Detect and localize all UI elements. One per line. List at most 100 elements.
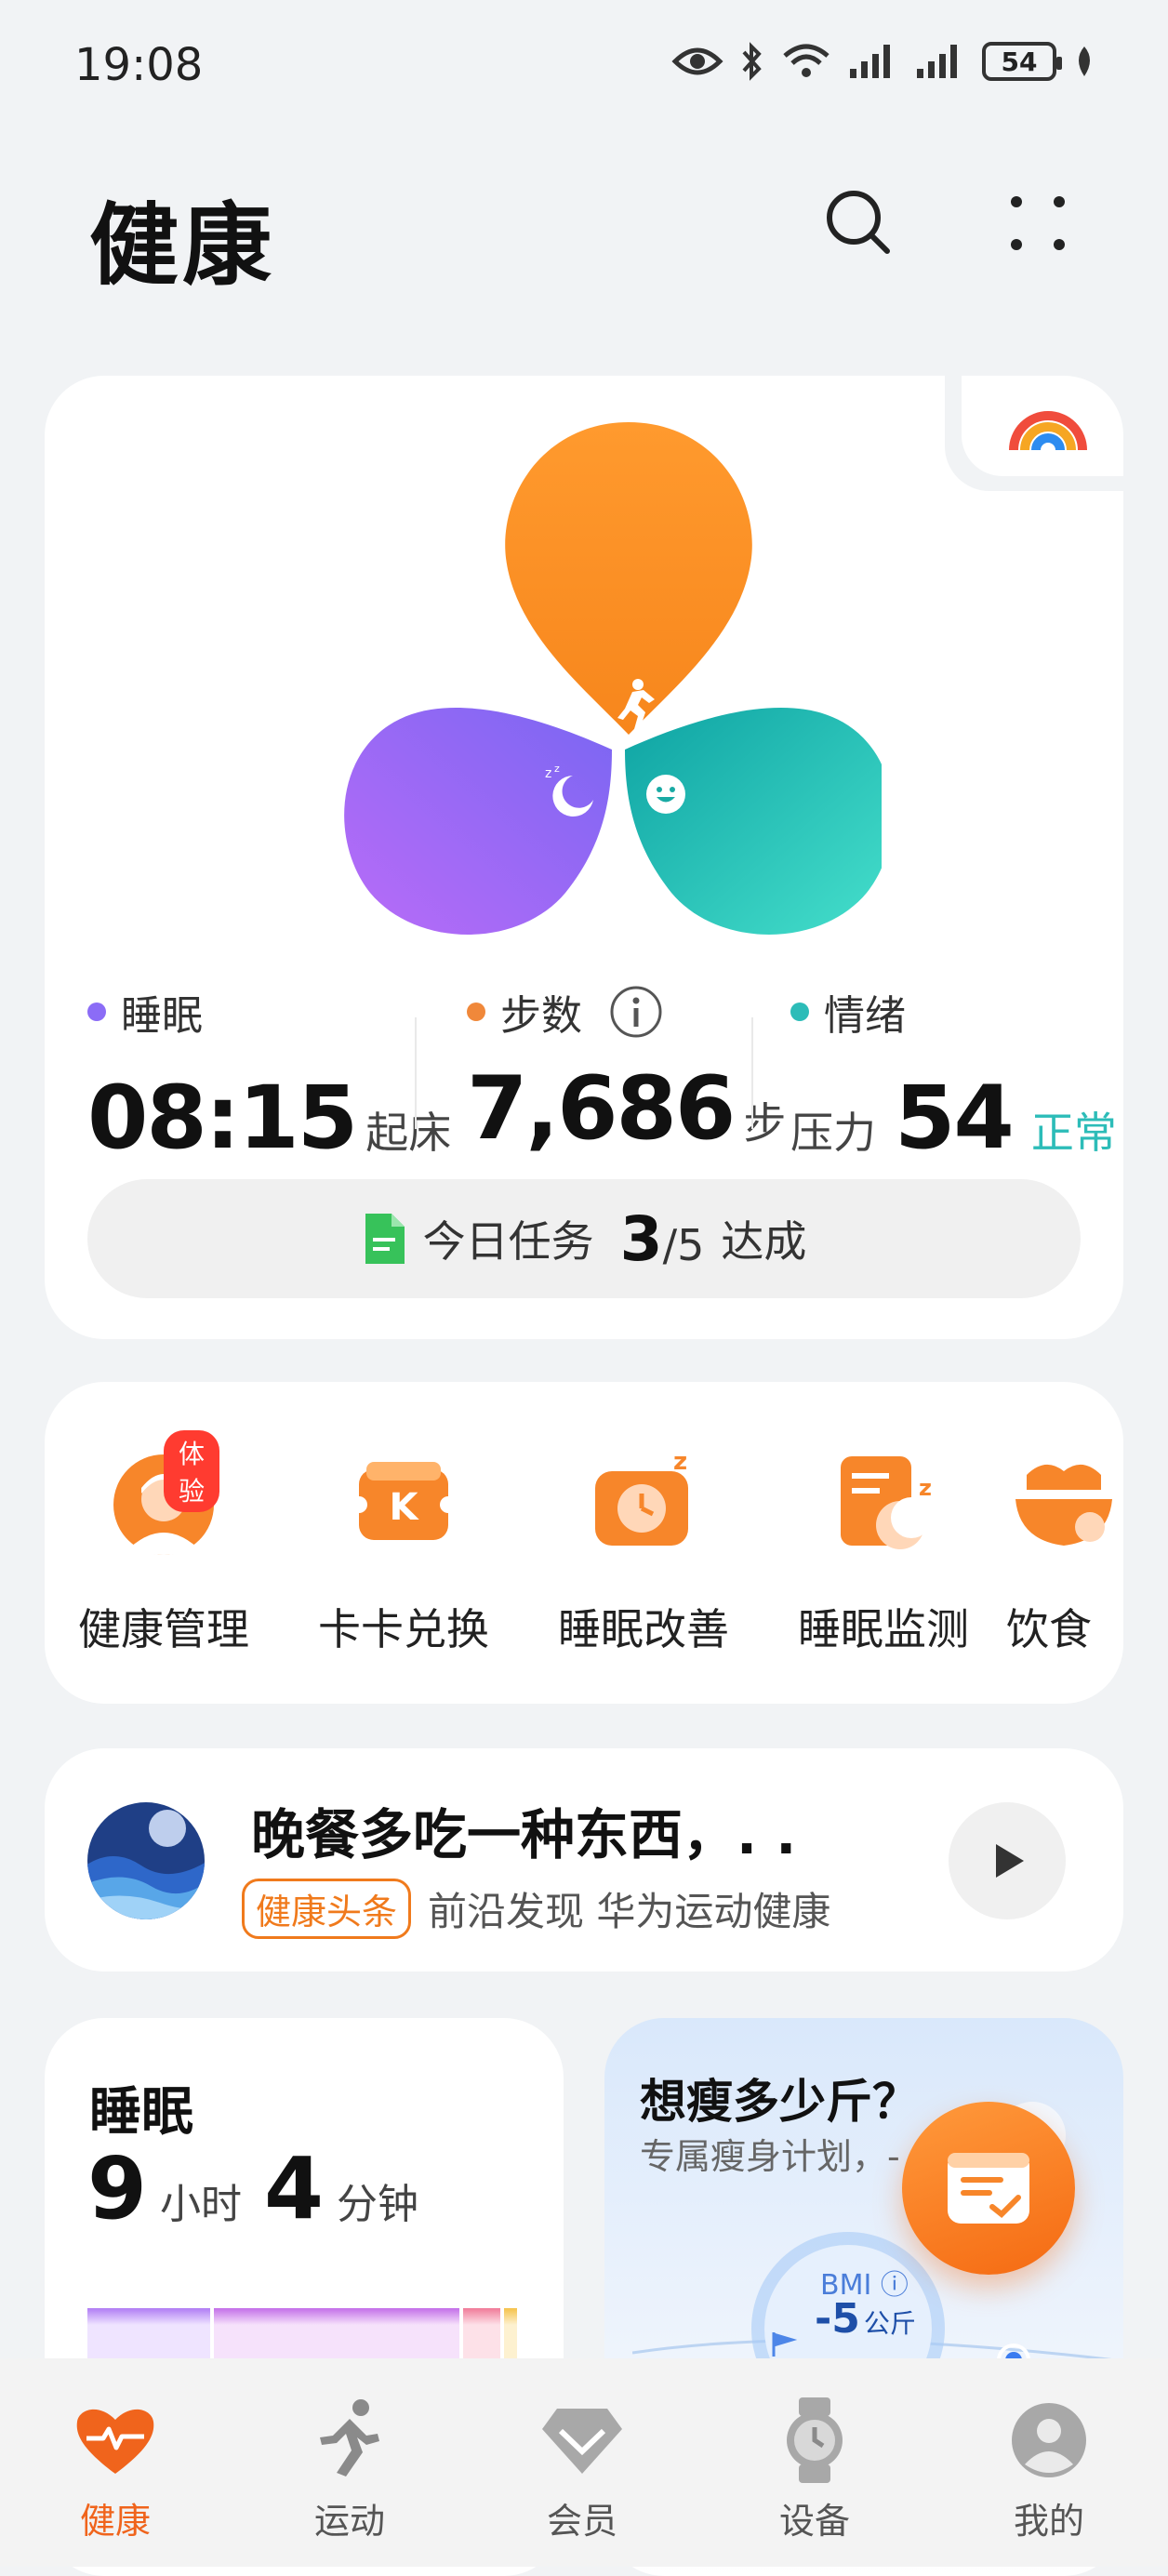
news-title: 晚餐多吃一种东西，. . <box>251 1803 797 1866</box>
wake-unit: 起床 <box>365 1108 452 1158</box>
play-icon <box>996 1844 1024 1878</box>
divider <box>751 1017 753 1129</box>
steps-unit: 步 <box>743 1098 787 1149</box>
divider <box>415 1017 417 1129</box>
task-done: 3 <box>619 1202 663 1275</box>
shortcut-card-exchange[interactable]: K 卡卡兑换 <box>292 1447 515 1657</box>
news-source: 前沿发现 华为运动健康 <box>428 1889 831 1934</box>
sleep-petal <box>344 707 612 935</box>
sleep-card-title: 睡眠 <box>89 2082 193 2143</box>
search-icon <box>827 191 890 254</box>
sleep-minutes-unit: 分钟 <box>337 2181 419 2228</box>
mood-dot <box>790 1003 809 1021</box>
record-fab-button[interactable] <box>902 2102 1075 2275</box>
steps-petal <box>505 422 752 735</box>
bmi-unit: 公斤 <box>863 2308 916 2339</box>
bmi-value: -5 公斤 <box>815 2295 916 2343</box>
nav-label: 我的 <box>1013 2501 1084 2542</box>
svg-text:z: z <box>673 1448 687 1476</box>
svg-text:K: K <box>390 1486 420 1529</box>
nav-label: 健康 <box>79 2501 151 2542</box>
sleep-stage-chart <box>87 2308 521 2364</box>
sleep-metric[interactable]: 睡眠 08:15 起床 <box>87 982 451 1169</box>
svg-text:z: z <box>545 766 551 781</box>
status-time: 19:08 <box>74 39 204 91</box>
watch-icon <box>787 2397 843 2483</box>
steps-dot <box>467 1003 485 1021</box>
sleep-improve-icon: z <box>595 1448 688 1546</box>
shortcut-sleep-monitor[interactable]: z 睡眠监测 <box>772 1447 995 1657</box>
document-icon <box>365 1214 405 1264</box>
shortcut-diet[interactable]: 饮食 <box>1006 1447 1123 1657</box>
bottom-nav: 健康 运动 会员 设备 我的 <box>0 2358 1168 2567</box>
battery-level: 54 <box>1001 46 1038 77</box>
signal-icon <box>917 45 957 78</box>
sleep-stage-bar <box>87 2308 210 2364</box>
sleep-monitor-icon: z <box>841 1456 932 1549</box>
info-icon[interactable] <box>608 984 664 1040</box>
bmi-number: -5 <box>815 2295 860 2343</box>
nav-exercise[interactable]: 运动 <box>257 2394 443 2543</box>
daily-task-button[interactable]: 今日任务 3 /5 达成 <box>87 1179 1081 1298</box>
nav-label: 设备 <box>778 2501 850 2542</box>
task-suffix: 达成 <box>721 1216 807 1267</box>
diet-icon <box>1015 1464 1112 1546</box>
bluetooth-icon <box>742 42 762 81</box>
weight-card-title: 想瘦多少斤？ <box>640 2075 919 2129</box>
mood-metric[interactable]: 情绪 压力 54 正常 <box>790 982 1117 1169</box>
sleep-stage-bar <box>214 2308 459 2364</box>
diamond-icon <box>542 2409 622 2474</box>
sleep-label: 睡眠 <box>121 992 203 1040</box>
news-card[interactable]: 晚餐多吃一种东西，. . 健康头条 前沿发现 华为运动健康 <box>45 1748 1123 1972</box>
signal-icon <box>850 45 890 78</box>
more-button[interactable] <box>991 177 1084 270</box>
svg-text:z: z <box>919 1475 932 1501</box>
steps-value: 7,686 <box>467 1058 736 1160</box>
steps-label: 步数 <box>500 992 582 1040</box>
svg-text:z: z <box>554 763 560 775</box>
sleep-minutes: 4 <box>264 2139 325 2238</box>
leaf-icon <box>1079 46 1090 76</box>
stress-value: 54 <box>895 1068 1015 1169</box>
rainbow-icon <box>1009 411 1087 451</box>
battery-icon: 54 <box>982 42 1062 81</box>
page-title: 健康 <box>89 193 275 298</box>
status-icons: 54 <box>671 41 1095 82</box>
shortcut-health-manager[interactable]: 体验 健康管理 <box>52 1430 275 1657</box>
news-thumbnail <box>87 1802 205 1919</box>
shortcut-label: 卡卡兑换 <box>318 1604 489 1654</box>
nav-health[interactable]: 健康 <box>22 2394 208 2543</box>
search-button[interactable] <box>813 177 906 270</box>
heart-pulse-icon <box>76 2409 154 2474</box>
task-total: /5 <box>662 1219 705 1270</box>
shortcut-sleep-improve[interactable]: z 睡眠改善 <box>532 1447 755 1657</box>
sleep-hours-unit: 小时 <box>160 2181 243 2228</box>
shortcut-label: 睡眠改善 <box>558 1604 729 1654</box>
note-check-icon <box>948 2153 1029 2224</box>
activity-petals: z z <box>344 422 882 935</box>
news-tag: 健康头条 <box>242 1879 412 1939</box>
mood-petal <box>625 707 882 935</box>
stress-status: 正常 <box>1030 1108 1117 1158</box>
weight-card-subtitle: 专属瘦身计划，- <box>640 2136 900 2177</box>
sleep-stage-bar <box>504 2308 517 2364</box>
sleep-hours: 9 <box>87 2139 148 2238</box>
eye-icon <box>671 47 723 75</box>
nav-devices[interactable]: 设备 <box>722 2394 908 2543</box>
status-bar: 19:08 54 <box>0 0 1168 130</box>
shortcuts-card: 体验 健康管理 K 卡卡兑换 z 睡眠改善 z 睡眠监测 饮食 <box>45 1382 1123 1704</box>
corner-cutout <box>945 376 1123 491</box>
nav-membership[interactable]: 会员 <box>489 2394 675 2543</box>
rainbow-badge[interactable] <box>962 376 1123 476</box>
stress-label: 压力 <box>790 1108 876 1158</box>
shortcut-label: 健康管理 <box>78 1604 249 1654</box>
task-label: 今日任务 <box>422 1216 594 1267</box>
summary-card[interactable]: z z 睡眠 08:15 起床 步数 7,686 步 情绪 压力 54 正常 今日任务 … <box>45 376 1123 1339</box>
wake-time: 08:15 <box>87 1068 358 1169</box>
shortcut-label: 饮食 <box>1006 1604 1092 1654</box>
play-button[interactable] <box>949 1802 1066 1919</box>
nav-profile[interactable]: 我的 <box>956 2394 1142 2543</box>
steps-metric[interactable]: 步数 7,686 步 <box>467 982 786 1160</box>
running-icon <box>320 2399 379 2476</box>
nav-label: 运动 <box>313 2501 385 2542</box>
